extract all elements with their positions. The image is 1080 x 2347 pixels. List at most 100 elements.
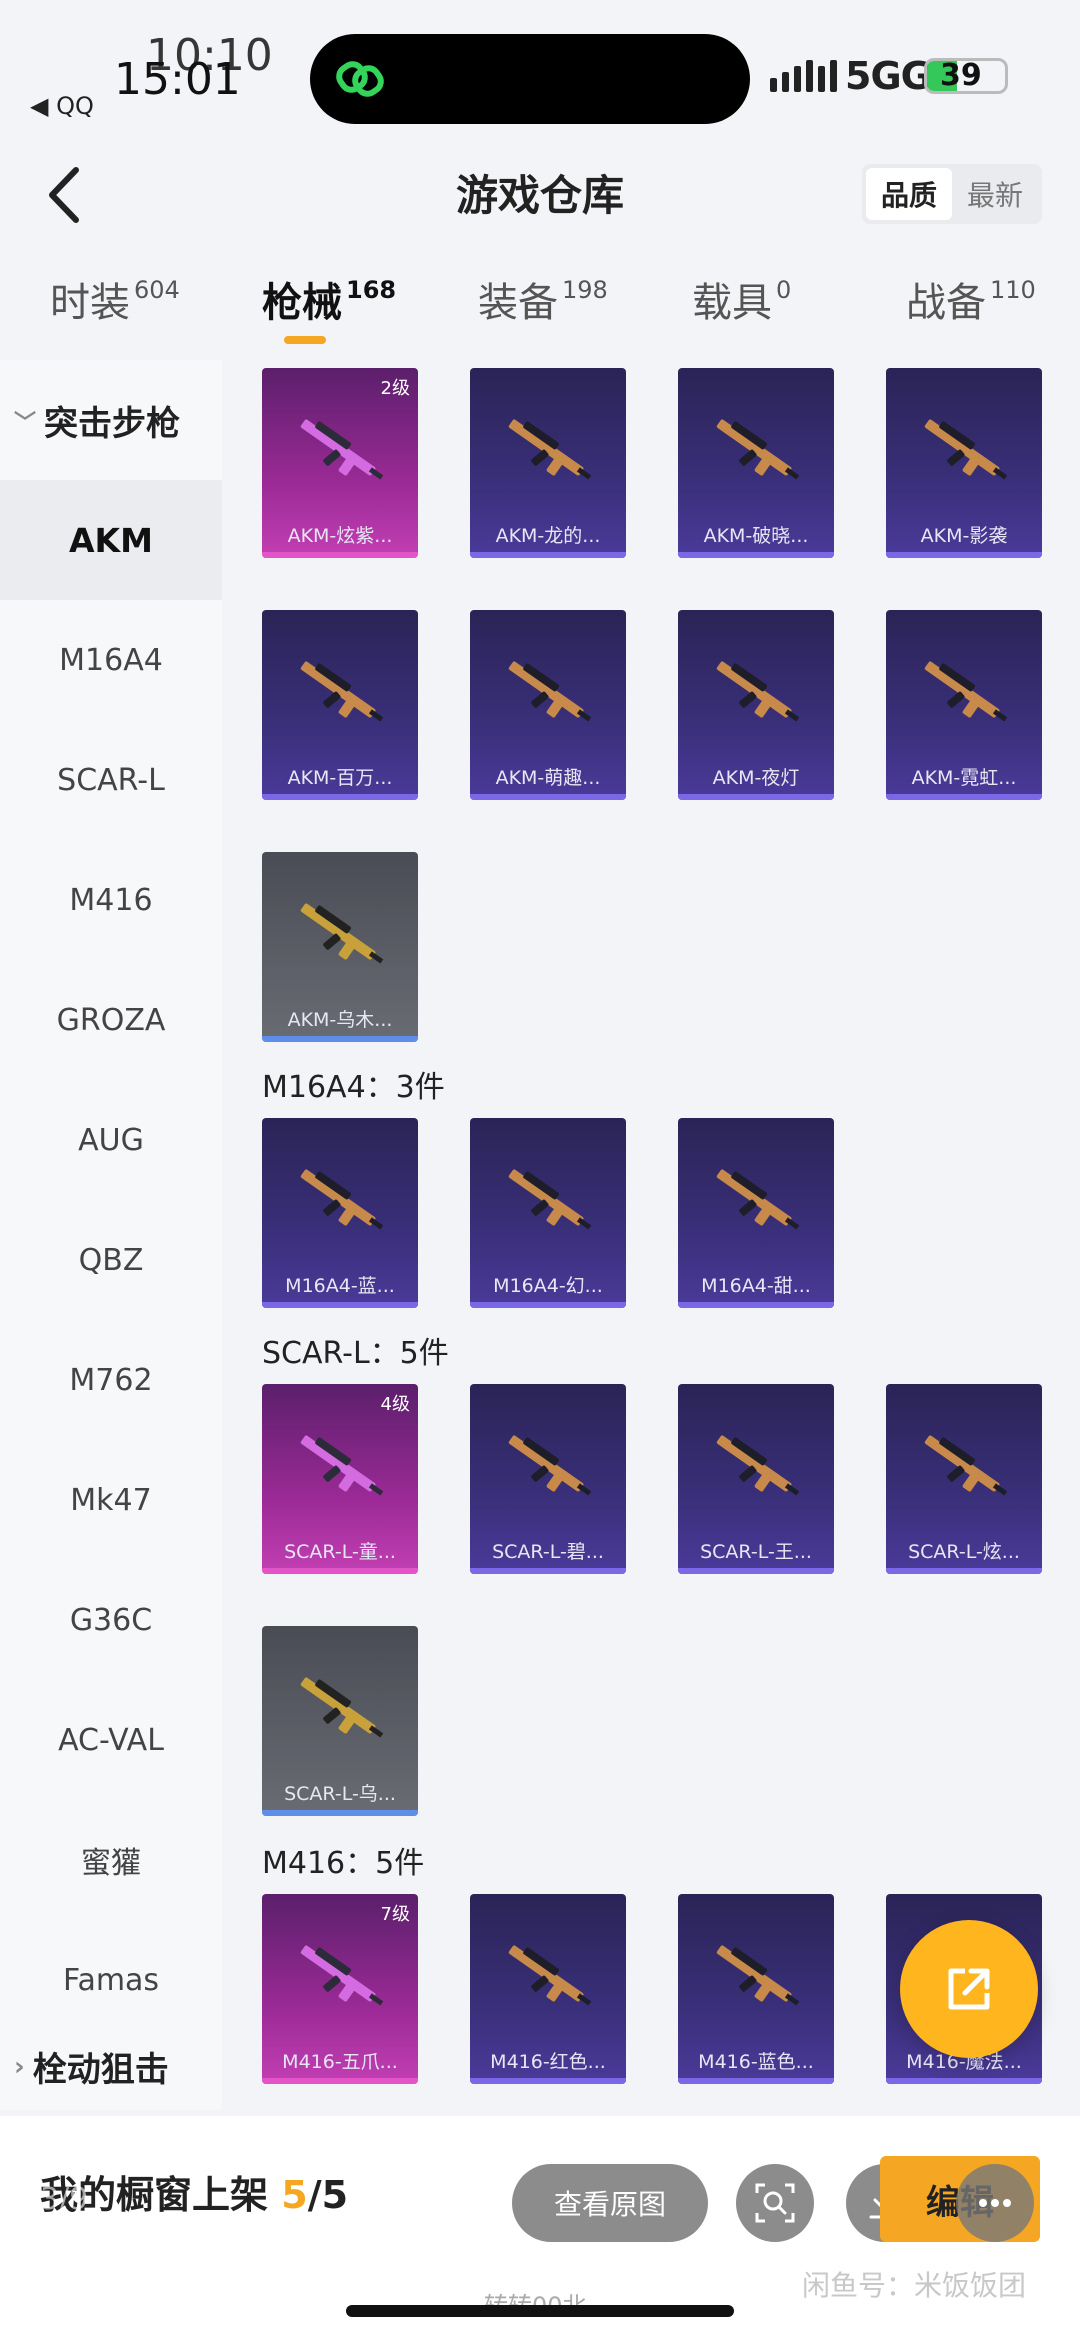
chevron-right-icon: › (14, 2051, 25, 2082)
rifle-skin-icon (508, 1435, 592, 1496)
battery-percent: 39 (940, 58, 982, 93)
rifle-skin-icon (300, 1169, 384, 1230)
skin-card[interactable]: AKM-乌木... (262, 852, 418, 1042)
sidebar-group-bolt-sniper[interactable]: › 栓动狙击 (14, 2042, 169, 2091)
category-tabs: 时装 604 枪械 168 装备 198 载具 0 战备 110 (0, 270, 1080, 350)
active-tab-indicator (284, 336, 326, 344)
rifle-skin-icon (300, 903, 384, 964)
showcase-total: /5 (307, 2173, 349, 2217)
rifle-skin-icon (716, 419, 800, 480)
sidebar-item-aug[interactable]: AUG (0, 1080, 222, 1200)
sidebar-item-groza[interactable]: GROZA (0, 960, 222, 1080)
rifle-skin-icon (716, 1945, 800, 2006)
sidebar-item-honey-badger[interactable]: 蜜獾 (0, 1800, 222, 1920)
skin-level-badge: 2级 (380, 378, 410, 399)
section-title-m16a4: M16A4：3件 (262, 1070, 445, 1105)
more-dots-icon (979, 2199, 1011, 2207)
weapon-sidebar: ﹀ 突击步枪 AKM M16A4 SCAR-L M416 GROZA AUG Q… (0, 360, 222, 2110)
network-type: 5GG (845, 54, 932, 98)
skin-level-badge: 7级 (380, 1904, 410, 1925)
status-time: 15:01 (114, 54, 241, 105)
section-title-scar-l: SCAR-L：5件 (262, 1336, 449, 1371)
tab-count: 198 (562, 276, 608, 304)
sidebar-item-m416[interactable]: M416 (0, 840, 222, 960)
sidebar-item-g36c[interactable]: G36C (0, 1560, 222, 1680)
skin-card[interactable]: M416-蓝色... (678, 1894, 834, 2084)
sidebar-item-famas[interactable]: Famas (0, 1920, 222, 2040)
skin-name: AKM-乌木... (287, 1009, 393, 1031)
skin-card[interactable]: AKM-霓虹... (886, 610, 1042, 800)
link-app-icon (336, 61, 384, 97)
skin-name: AKM-炫紫... (287, 525, 393, 547)
skin-card[interactable]: AKM-影袭 (886, 368, 1042, 558)
scan-button[interactable] (736, 2164, 814, 2242)
skin-card[interactable]: AKM-夜灯 (678, 610, 834, 800)
rifle-skin-icon (508, 1945, 592, 2006)
page-indicator: 3/9 (40, 2182, 89, 2217)
skin-name: AKM-霓虹... (911, 767, 1017, 789)
skin-name: M16A4-幻... (493, 1275, 603, 1297)
rifle-skin-icon (300, 1435, 384, 1496)
sidebar-item-qbz[interactable]: QBZ (0, 1200, 222, 1320)
skin-card[interactable]: AKM-百万... (262, 610, 418, 800)
rifle-skin-icon (508, 1169, 592, 1230)
tab-firearms[interactable]: 枪械 168 (262, 270, 396, 328)
view-original-button[interactable]: 查看原图 (512, 2164, 708, 2242)
tab-label: 时装 (50, 280, 130, 326)
sidebar-item-scar-l[interactable]: SCAR-L (0, 720, 222, 840)
skin-name: SCAR-L-炫... (908, 1541, 1020, 1563)
skin-card[interactable]: 4级 SCAR-L-童... (262, 1384, 418, 1574)
rifle-skin-icon (716, 1169, 800, 1230)
skin-card[interactable]: SCAR-L-王... (678, 1384, 834, 1574)
image-search-icon (755, 2183, 795, 2223)
skin-card[interactable]: SCAR-L-乌... (262, 1626, 418, 1816)
rifle-skin-icon (716, 661, 800, 722)
back-to-app-link[interactable]: ◀ QQ (30, 92, 94, 120)
skin-card[interactable]: M16A4-甜... (678, 1118, 834, 1308)
sort-by-quality-button[interactable]: 品质 (866, 168, 952, 220)
skin-name: AKM-影袭 (920, 525, 1008, 547)
sort-toggle: 品质 最新 (862, 164, 1042, 224)
external-link-icon (948, 1968, 990, 2010)
skin-card[interactable]: M16A4-幻... (470, 1118, 626, 1308)
sidebar-item-m762[interactable]: M762 (0, 1320, 222, 1440)
skin-card[interactable]: 7级 M416-五爪... (262, 1894, 418, 2084)
skin-name: M16A4-甜... (701, 1275, 811, 1297)
tab-equipment[interactable]: 装备 198 (478, 270, 608, 328)
sidebar-item-akm[interactable]: AKM (0, 480, 222, 600)
share-button[interactable] (900, 1920, 1038, 2058)
tab-count: 168 (346, 276, 397, 304)
skin-card[interactable]: AKM-破晓... (678, 368, 834, 558)
tab-fashion[interactable]: 时装 604 (50, 270, 180, 328)
skin-card[interactable]: AKM-萌趣... (470, 610, 626, 800)
skin-card[interactable]: M416-红色... (470, 1894, 626, 2084)
sidebar-item-mk47[interactable]: Mk47 (0, 1440, 222, 1560)
tab-combat-gear[interactable]: 战备 110 (906, 270, 1036, 328)
home-indicator[interactable] (346, 2305, 734, 2317)
sidebar-group-assault-rifles[interactable]: ﹀ 突击步枪 (14, 396, 180, 445)
skin-card[interactable]: 2级 AKM-炫紫... (262, 368, 418, 558)
skin-card[interactable]: M16A4-蓝... (262, 1118, 418, 1308)
skin-card[interactable]: SCAR-L-碧... (470, 1384, 626, 1574)
showcase-count: 5 (281, 2173, 308, 2217)
skin-name: AKM-破晓... (703, 525, 809, 547)
tab-count: 0 (776, 276, 792, 304)
skin-name: M416-蓝色... (698, 2051, 814, 2073)
sidebar-item-ac-val[interactable]: AC-VAL (0, 1680, 222, 1800)
status-bar: 10:10 15:01 ◀ QQ 5GG 39 (0, 0, 1080, 140)
rifle-skin-icon (300, 1677, 384, 1738)
skin-name: M416-五爪... (282, 2051, 398, 2073)
more-button[interactable] (956, 2164, 1034, 2242)
rifle-skin-icon (300, 419, 384, 480)
skin-card[interactable]: AKM-龙的... (470, 368, 626, 558)
tab-count: 110 (990, 276, 1036, 304)
sort-by-newest-button[interactable]: 最新 (952, 168, 1038, 220)
skin-name: SCAR-L-碧... (492, 1541, 604, 1563)
tab-count: 604 (134, 276, 180, 304)
rifle-skin-icon (300, 661, 384, 722)
sidebar-item-m16a4[interactable]: M16A4 (0, 600, 222, 720)
tab-vehicles[interactable]: 载具 0 (692, 270, 791, 328)
dynamic-island (310, 34, 750, 124)
skin-card[interactable]: SCAR-L-炫... (886, 1384, 1042, 1574)
tab-label: 战备 (906, 280, 986, 326)
